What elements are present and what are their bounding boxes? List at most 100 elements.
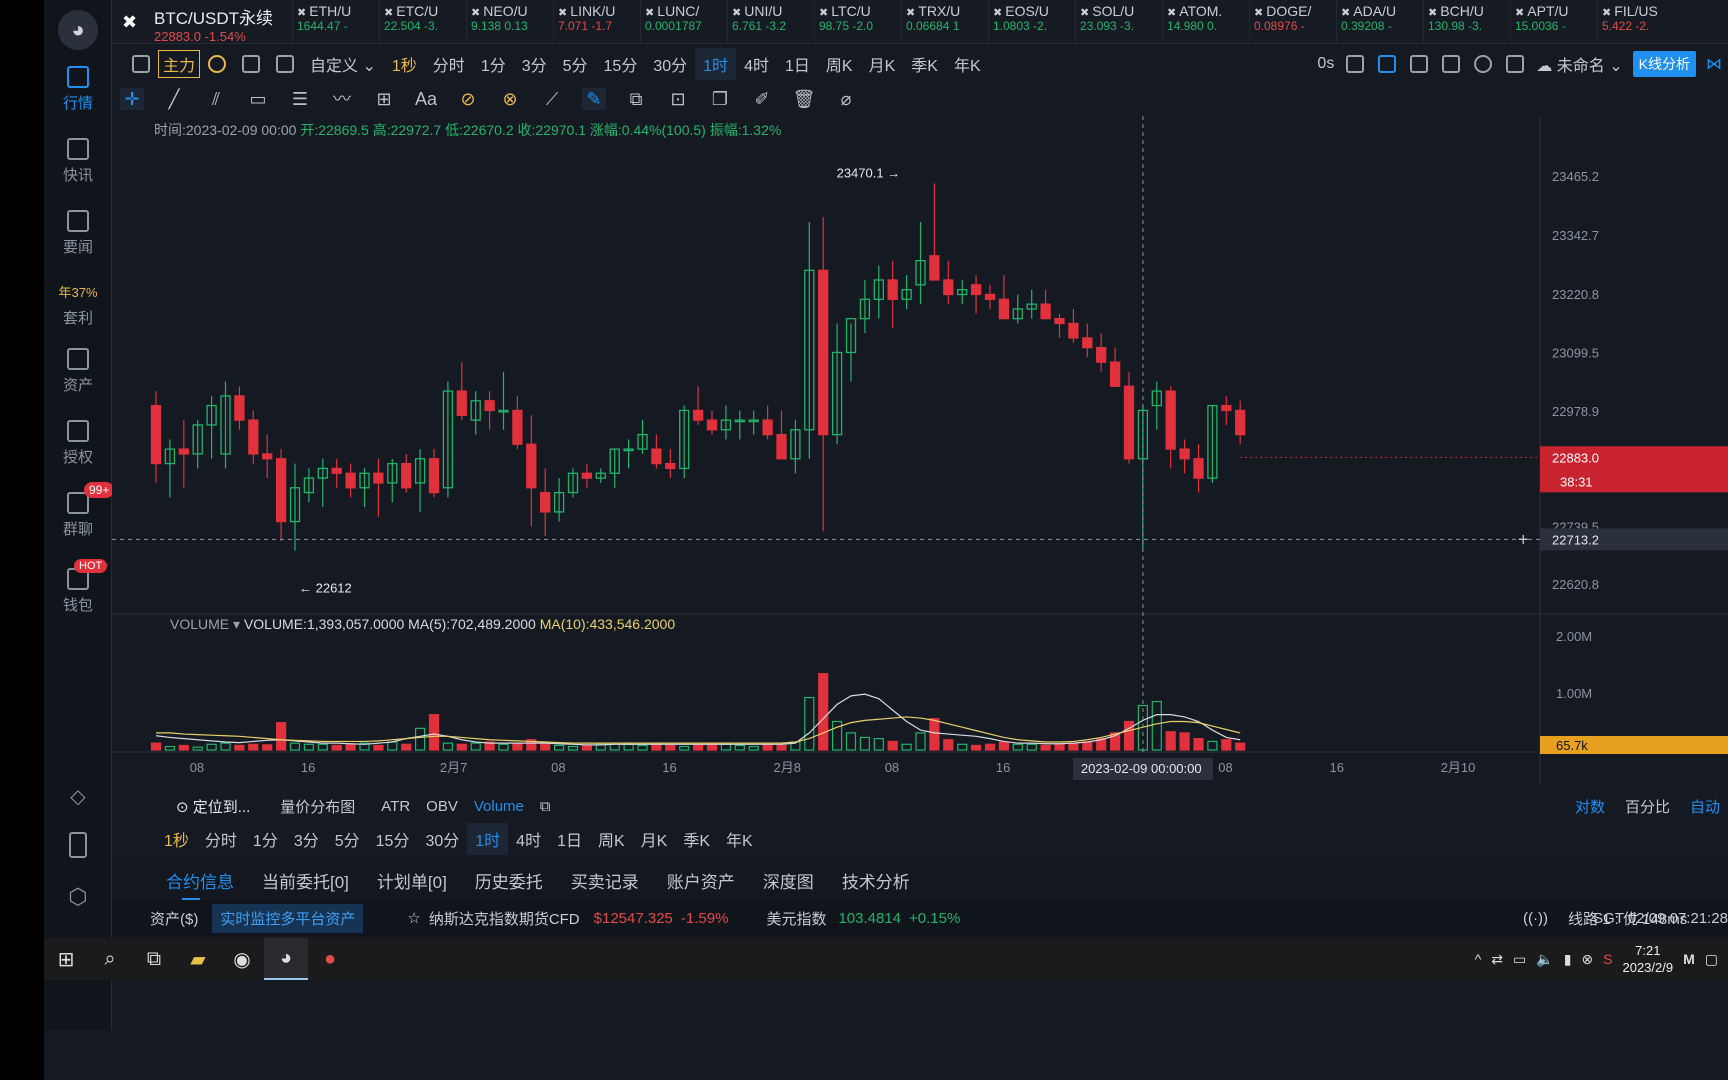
tab-5[interactable]: 账户资产 [653, 862, 749, 899]
period-6[interactable]: 30分 [645, 48, 695, 80]
ticker-item[interactable]: ETC/U22.504 -3. [379, 0, 466, 43]
locate-button[interactable]: ⊙ 定位到... [168, 796, 258, 817]
period-12[interactable]: 季K [903, 48, 946, 80]
share-icon[interactable]: ⋈ [1706, 54, 1722, 74]
period2-2[interactable]: 1分 [245, 823, 286, 855]
period-4[interactable]: 5分 [555, 48, 596, 80]
period2-3[interactable]: 3分 [286, 823, 327, 855]
fullscreen-icon[interactable] [1506, 55, 1525, 73]
tray-m-icon[interactable]: M [1683, 951, 1695, 967]
tab-0[interactable]: 合约信息 [152, 862, 248, 901]
sidebar-item-chat[interactable]: 群聊 [44, 492, 112, 539]
magnet-icon[interactable]: ⊘ [456, 88, 480, 110]
period2-0[interactable]: 1秒 [156, 823, 197, 855]
diamond-icon[interactable]: ◇ [44, 784, 112, 809]
crosshair-tool-icon[interactable]: ✛ [120, 88, 144, 110]
period2-1[interactable]: 分时 [197, 823, 245, 855]
ticker-item[interactable]: SOL/U23.093 -3. [1075, 0, 1162, 43]
tray-close-icon[interactable]: ⊗ [1581, 951, 1593, 968]
ticker-item[interactable]: LUNC/0.0001787 [640, 0, 727, 43]
period2-4[interactable]: 5分 [327, 823, 368, 855]
indicator-atr[interactable]: ATR [373, 798, 418, 815]
period-0[interactable]: 1秒 [384, 48, 425, 80]
period-8[interactable]: 4时 [736, 48, 777, 80]
pen-icon[interactable] [1378, 55, 1397, 73]
tray-volume-icon[interactable]: 🔈 [1536, 951, 1553, 968]
expand-icon[interactable] [1410, 55, 1429, 73]
star-icon[interactable]: ☆ [407, 909, 420, 927]
ticker-item[interactable]: ATOM.14.980 0. [1162, 0, 1249, 43]
lock-icon[interactable]: ⊡ [666, 88, 690, 110]
draw-mode-icon[interactable]: ✎ [582, 88, 606, 110]
grid-icon[interactable] [276, 55, 295, 73]
calendar-icon[interactable] [242, 55, 261, 73]
sidebar-item-wallet[interactable]: 钱包 [44, 568, 112, 615]
period-10[interactable]: 周K [818, 48, 861, 80]
ticker-item[interactable]: TRX/U0.06684 1 [901, 0, 988, 43]
gear-icon[interactable] [1474, 55, 1493, 73]
period-5[interactable]: 15分 [596, 48, 646, 80]
tray-network-icon[interactable]: ⇄ [1491, 951, 1503, 968]
period-2[interactable]: 1分 [473, 48, 514, 80]
screenshot-icon[interactable] [1442, 55, 1461, 73]
layout-name-dropdown[interactable]: ☁ 未命名 ⌄ [1536, 52, 1622, 76]
period-13[interactable]: 年K [946, 48, 989, 80]
monitor-assets-button[interactable]: 实时监控多平台资产 [212, 903, 364, 933]
ticker-item[interactable]: ETH/U1644.47 - [292, 0, 379, 43]
edit-icon[interactable]: ✐ [750, 88, 774, 110]
ticker-item[interactable]: NEO/U9.138 0.13 [466, 0, 553, 43]
coin-icon[interactable] [208, 55, 227, 73]
sidebar-item-auth[interactable]: 授权 [44, 420, 112, 467]
measure-tool-icon[interactable]: ⊞ [372, 88, 396, 110]
ticker-item[interactable]: UNI/U6.761 -3.2 [727, 0, 814, 43]
line-tool-icon[interactable]: ╱ [162, 88, 186, 110]
file-explorer-icon[interactable]: ▰ [176, 938, 220, 980]
tray-battery-icon[interactable]: ▭ [1513, 951, 1526, 968]
kline-analysis-button[interactable]: K线分析 [1632, 51, 1696, 77]
ticker-item[interactable]: BCH/U130.98 -3. [1423, 0, 1510, 43]
tray-ime-icon[interactable]: S [1603, 951, 1612, 967]
period2-10[interactable]: 周K [590, 823, 633, 855]
ticker-item[interactable]: EOS/U1.0803 -2. [988, 0, 1075, 43]
period-9[interactable]: 1日 [777, 48, 818, 80]
sidebar-item-flash[interactable]: 快讯 [44, 138, 112, 185]
main-force-button[interactable]: 主力 [158, 50, 201, 78]
text-tool-icon[interactable]: Aa [414, 88, 438, 110]
period2-8[interactable]: 4时 [508, 823, 549, 855]
tray-expand-icon[interactable]: ^ [1475, 951, 1482, 967]
map-pin-icon[interactable]: ◉ [220, 938, 264, 980]
ticker-item[interactable]: ADA/U0.39208 - [1336, 0, 1423, 43]
wave-tool-icon[interactable]: 〰 [330, 88, 354, 110]
main-symbol[interactable]: ✖ BTC/USDT永续 22883.0 -1.54% [112, 0, 292, 43]
ticker-item[interactable]: LINK/U7.071 -1.7 [553, 0, 640, 43]
indicator-volume[interactable]: Volume [466, 798, 532, 815]
layout-icon[interactable] [132, 55, 150, 73]
assets-label[interactable]: 资产($) [150, 908, 198, 929]
period2-13[interactable]: 年K [718, 823, 761, 855]
tab-1[interactable]: 当前委托[0] [248, 862, 363, 899]
scale-percent[interactable]: 百分比 [1617, 796, 1678, 817]
ticker-item[interactable]: LTC/U98.75 -2.0 [814, 0, 901, 43]
magnet-strong-icon[interactable]: ⊗ [498, 88, 522, 110]
compare-icon[interactable]: ⧉ [624, 88, 648, 110]
record-app-icon[interactable]: ● [308, 938, 352, 980]
period-3[interactable]: 3分 [514, 48, 555, 80]
scale-auto[interactable]: 自动 [1682, 796, 1728, 817]
period-7[interactable]: 1时 [695, 48, 737, 80]
ticker-item[interactable]: APT/U15.0036 - [1510, 0, 1597, 43]
tab-2[interactable]: 计划单[0] [363, 862, 461, 899]
rectangle-tool-icon[interactable]: ▭ [246, 88, 270, 110]
period2-11[interactable]: 月K [633, 823, 676, 855]
period2-12[interactable]: 季K [675, 823, 718, 855]
period2-7[interactable]: 1时 [467, 823, 509, 855]
tab-6[interactable]: 深度图 [749, 862, 828, 899]
ticker-item[interactable]: DOGE/0.08976 - [1249, 0, 1336, 43]
fib-tool-icon[interactable]: ☰ [288, 88, 312, 110]
notification-icon[interactable]: ▢ [1705, 951, 1718, 968]
custom-dropdown[interactable]: 自定义 ⌄ [302, 48, 384, 80]
volume-profile-button[interactable]: 量价分布图 [272, 796, 363, 817]
period2-6[interactable]: 30分 [417, 823, 467, 855]
windows-start-icon[interactable]: ⊞ [44, 938, 88, 980]
tab-3[interactable]: 历史委托 [461, 862, 557, 899]
trading-app-icon[interactable]: ◕ [264, 938, 308, 980]
